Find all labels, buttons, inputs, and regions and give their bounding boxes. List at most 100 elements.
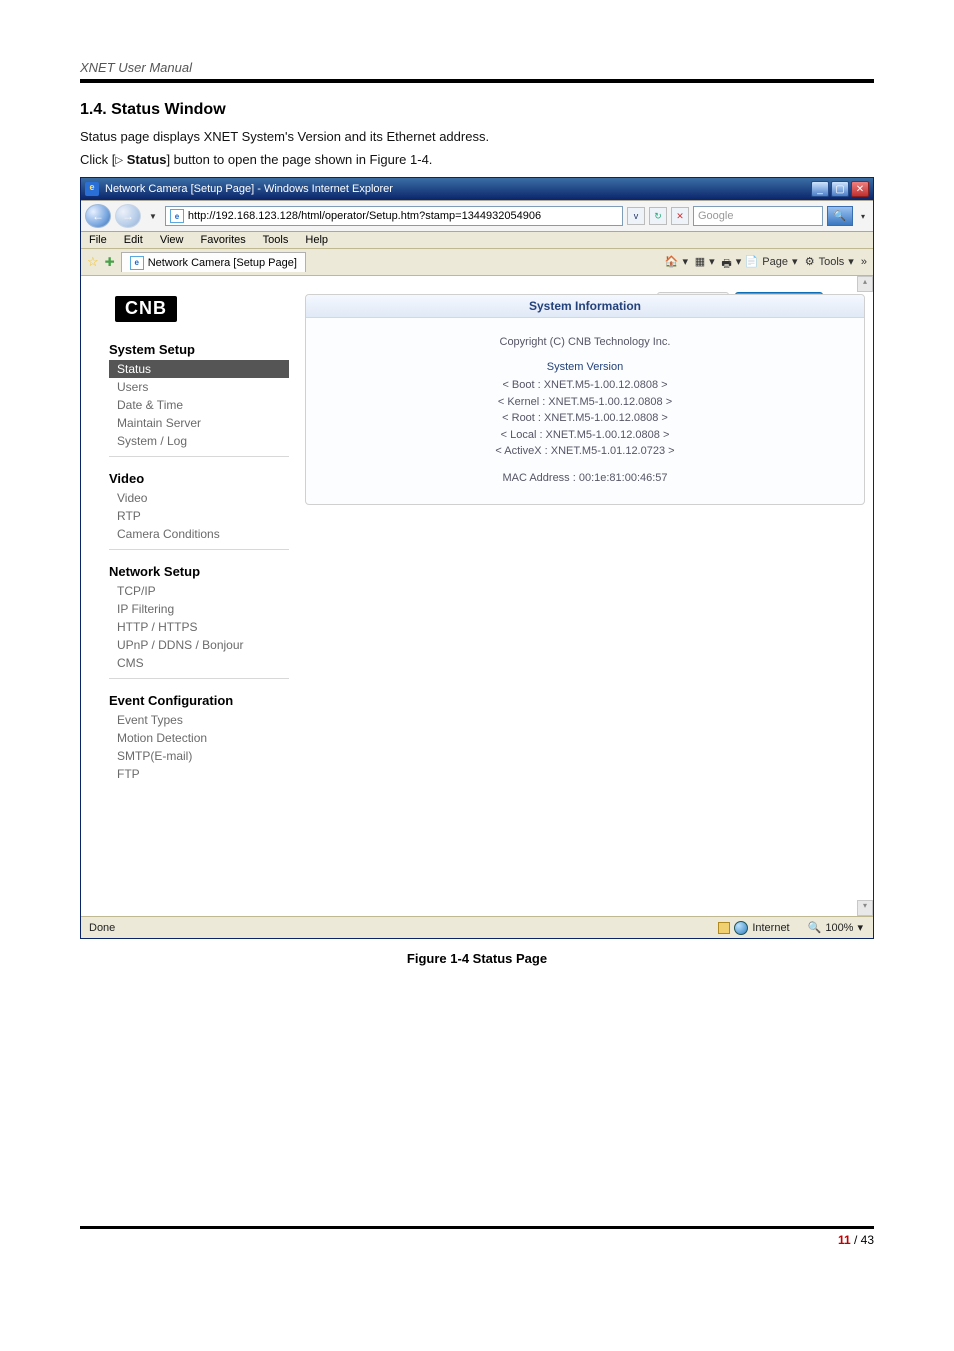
sidebar-separator	[109, 456, 289, 457]
stop-button[interactable]: ✕	[671, 207, 689, 225]
cnb-logo-text: CNB	[115, 296, 177, 322]
menu-tools[interactable]: Tools	[263, 234, 289, 246]
click-prefix: Click [	[80, 152, 115, 167]
forward-button[interactable]: →	[115, 204, 141, 228]
mac-address-text: MAC Address : 00:1e:81:00:46:57	[306, 470, 864, 487]
sidebar-item-maintain-server[interactable]: Maintain Server	[109, 414, 289, 432]
sidebar-item-tcpip[interactable]: TCP/IP	[109, 582, 289, 600]
browser-tab[interactable]: e Network Camera [Setup Page]	[121, 252, 306, 272]
scroll-down-button[interactable]: ▾	[857, 900, 873, 916]
page-menu-icon[interactable]: 📄	[744, 255, 758, 269]
manual-title: XNET User Manual	[80, 60, 874, 83]
page-ie-icon: e	[170, 209, 184, 223]
sidebar-item-smtp-email[interactable]: SMTP(E-mail)	[109, 747, 289, 765]
zone-label: Internet	[752, 922, 789, 934]
tools-menu-dropdown[interactable]: ▾	[848, 256, 854, 268]
ie-logo-icon: e	[85, 182, 99, 196]
sidebar-item-http-https[interactable]: HTTP / HTTPS	[109, 618, 289, 636]
sidebar-item-rtp[interactable]: RTP	[109, 507, 289, 525]
feeds-icon[interactable]: ▦	[691, 255, 705, 269]
sidebar-item-event-types[interactable]: Event Types	[109, 711, 289, 729]
figure-caption: Figure 1-4 Status Page	[80, 951, 874, 966]
tab-favicon-icon: e	[130, 256, 144, 270]
sidebar-head-video: Video	[109, 471, 289, 486]
url-field[interactable]: e http://192.168.123.128/html/operator/S…	[165, 206, 623, 226]
url-text: http://192.168.123.128/html/operator/Set…	[188, 210, 618, 222]
minimize-button[interactable]: _	[811, 181, 829, 197]
zoom-value: 100%	[825, 922, 853, 934]
click-instruction: Click [▷ Status] button to open the page…	[80, 152, 874, 167]
sidebar-item-video[interactable]: Video	[109, 489, 289, 507]
home-icon[interactable]: 🏠	[665, 255, 679, 269]
click-suffix: ] button to open the page shown in Figur…	[166, 152, 432, 167]
titlebar: e Network Camera [Setup Page] - Windows …	[81, 178, 873, 200]
page-content: ▴ Setting Live View CNB System Setup Sta…	[81, 276, 873, 916]
version-kernel: < Kernel : XNET.M5-1.00.12.0808 >	[306, 394, 864, 411]
menu-file[interactable]: File	[89, 234, 107, 246]
system-info-title: System Information	[306, 295, 864, 318]
home-dropdown[interactable]: ▾	[683, 256, 689, 268]
page-total: 43	[861, 1233, 874, 1247]
nav-history-dropdown[interactable]: ▼	[145, 212, 161, 221]
menu-favorites[interactable]: Favorites	[201, 234, 246, 246]
section-heading: 1.4. Status Window	[80, 101, 874, 119]
page-number: 11 / 43	[80, 1229, 874, 1247]
page-current: 11	[838, 1233, 851, 1247]
tools-menu-label[interactable]: Tools	[819, 256, 845, 268]
ie-command-bar: 🏠▾ ▦▾ 🖶▾ 📄Page▾ ⚙Tools▾ »	[312, 255, 867, 269]
scroll-up-button[interactable]: ▴	[857, 276, 873, 292]
sidebar-item-ftp[interactable]: FTP	[109, 765, 289, 783]
favorites-star-icon[interactable]: ☆	[87, 254, 99, 270]
menu-edit[interactable]: Edit	[124, 234, 143, 246]
search-dropdown[interactable]: ▾	[857, 212, 869, 221]
sidebar-item-cms[interactable]: CMS	[109, 654, 289, 672]
browser-status-bar: Done Internet 🔍 100% ▾	[81, 916, 873, 938]
sidebar-item-date-time[interactable]: Date & Time	[109, 396, 289, 414]
menu-view[interactable]: View	[160, 234, 184, 246]
security-zone[interactable]: Internet	[710, 921, 797, 935]
sidebar-head-network-setup: Network Setup	[109, 564, 289, 579]
print-dropdown[interactable]: ▾	[736, 256, 742, 268]
page-menu-label[interactable]: Page	[762, 256, 788, 268]
sidebar-item-users[interactable]: Users	[109, 378, 289, 396]
maximize-button[interactable]: ▢	[831, 181, 849, 197]
close-button[interactable]: ✕	[851, 181, 869, 197]
menu-help[interactable]: Help	[305, 234, 328, 246]
print-icon[interactable]: 🖶	[718, 255, 732, 269]
add-favorite-icon[interactable]: ✚	[105, 255, 115, 269]
feeds-dropdown[interactable]: ▾	[709, 256, 715, 268]
address-bar: ← → ▼ e http://192.168.123.128/html/oper…	[81, 200, 873, 232]
refresh-button[interactable]: ↻	[649, 207, 667, 225]
tab-title: Network Camera [Setup Page]	[148, 257, 297, 269]
menubar: File Edit View Favorites Tools Help	[81, 232, 873, 249]
zoom-control[interactable]: 🔍 100% ▾	[798, 921, 873, 934]
version-root: < Root : XNET.M5-1.00.12.0808 >	[306, 410, 864, 427]
sidebar-separator	[109, 678, 289, 679]
shield-icon	[718, 922, 730, 934]
sidebar-head-event-configuration: Event Configuration	[109, 693, 289, 708]
sidebar-item-motion-detection[interactable]: Motion Detection	[109, 729, 289, 747]
url-dropdown-button[interactable]: v	[627, 207, 645, 225]
tools-menu-icon[interactable]: ⚙	[801, 255, 815, 269]
sidebar-item-upnp-ddns-bonjour[interactable]: UPnP / DDNS / Bonjour	[109, 636, 289, 654]
browser-window: e Network Camera [Setup Page] - Windows …	[80, 177, 874, 939]
tab-bar: ☆ ✚ e Network Camera [Setup Page] 🏠▾ ▦▾ …	[81, 249, 873, 276]
back-button[interactable]: ←	[85, 204, 111, 228]
sidebar-item-system-log[interactable]: System / Log	[109, 432, 289, 450]
system-info-panel: System Information Copyright (C) CNB Tec…	[305, 294, 865, 505]
page-sep: /	[851, 1233, 861, 1247]
sidebar-item-ip-filtering[interactable]: IP Filtering	[109, 600, 289, 618]
sidebar-item-camera-conditions[interactable]: Camera Conditions	[109, 525, 289, 543]
toolbar-overflow-button[interactable]: »	[861, 256, 867, 268]
sidebar-item-status[interactable]: Status	[109, 360, 289, 378]
internet-zone-icon	[734, 921, 748, 935]
version-activex: < ActiveX : XNET.M5-1.01.12.0723 >	[306, 443, 864, 460]
version-boot: < Boot : XNET.M5-1.00.12.0808 >	[306, 377, 864, 394]
zoom-dropdown[interactable]: ▾	[857, 921, 863, 934]
window-title: Network Camera [Setup Page] - Windows In…	[105, 183, 811, 195]
page-menu-dropdown[interactable]: ▾	[792, 256, 798, 268]
sidebar-separator	[109, 549, 289, 550]
browser-search-button[interactable]: 🔍	[827, 206, 853, 226]
browser-search-field[interactable]: Google	[693, 206, 823, 226]
main-panel: System Information Copyright (C) CNB Tec…	[305, 294, 865, 916]
